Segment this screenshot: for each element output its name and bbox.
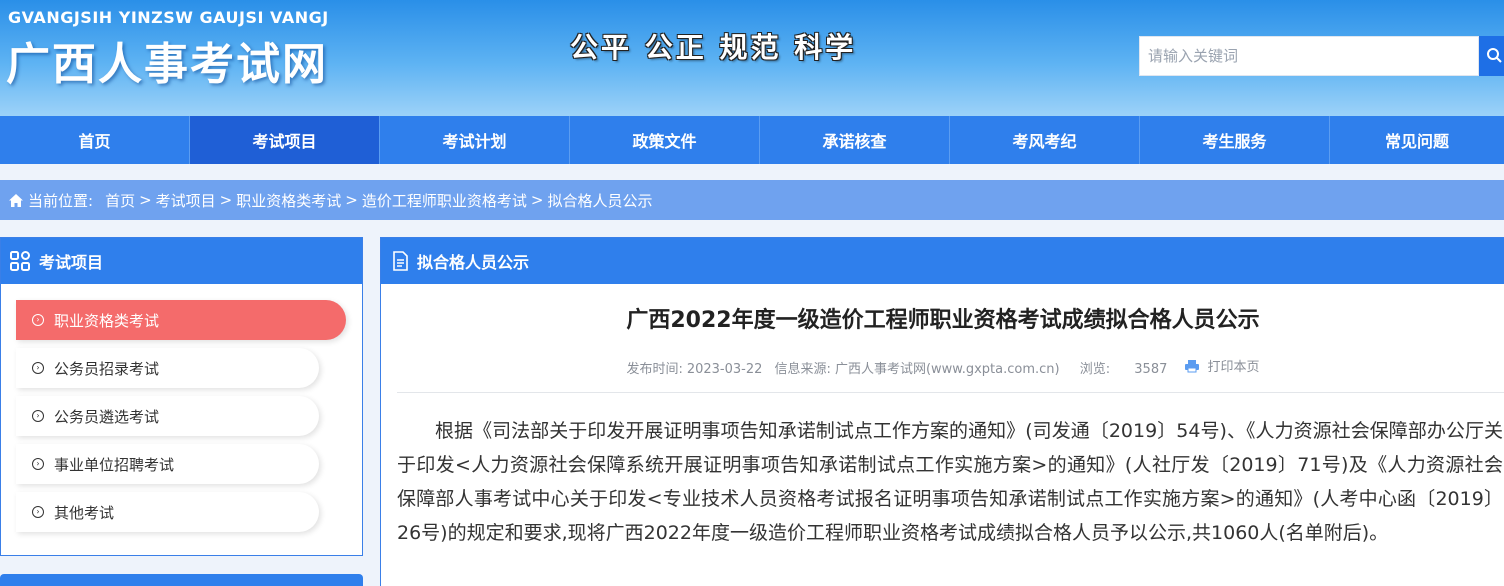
sidebar-title: 考试项目 — [39, 253, 104, 272]
views-count: 3587 — [1134, 361, 1168, 377]
nav-item-services[interactable]: 考生服务 — [1140, 116, 1330, 164]
document-icon — [391, 251, 409, 271]
sidebar-item-label: 事业单位招聘考试 — [54, 455, 175, 474]
logo-english-text: GVANGJSIH YINZSW GAUJSI VANGJ — [8, 8, 329, 27]
nav-item-home[interactable]: 首页 — [0, 116, 190, 164]
main-content: 拟合格人员公示 广西2022年度一级造价工程师职业资格考试成绩拟合格人员公示 发… — [380, 237, 1504, 586]
search-input[interactable] — [1140, 37, 1478, 75]
sidebar: 考试项目 › 职业资格类考试 › 公务员招录考试 › 公务员遴选考试 › 事业单… — [0, 237, 363, 556]
sidebar-item-label: 职业资格类考试 — [54, 311, 160, 330]
printer-icon — [1184, 359, 1199, 372]
sidebar-item-label: 其他考试 — [54, 503, 115, 522]
sidebar-item-civil-servant-exams[interactable]: › 公务员招录考试 — [16, 348, 319, 388]
nav-item-commitment[interactable]: 承诺核查 — [760, 116, 950, 164]
sidebar-item-label: 公务员遴选考试 — [54, 407, 160, 426]
breadcrumb-exam-projects[interactable]: 考试项目 — [156, 190, 216, 211]
sidebar-item-selection-exams[interactable]: › 公务员遴选考试 — [16, 396, 319, 436]
meta-divider — [397, 392, 1504, 393]
breadcrumb-separator: > — [139, 191, 152, 209]
article-meta: 发布时间: 2023-03-22 信息来源: 广西人事考试网(www.gxpta.c… — [381, 356, 1504, 377]
breadcrumb-label: 当前位置: — [28, 191, 94, 210]
chevron-right-icon: › — [32, 458, 44, 470]
sidebar-item-public-institution-exams[interactable]: › 事业单位招聘考试 — [16, 444, 319, 484]
nav-item-discipline[interactable]: 考风考纪 — [950, 116, 1140, 164]
search-icon — [1486, 47, 1502, 66]
nav-item-policy[interactable]: 政策文件 — [570, 116, 760, 164]
chevron-right-icon: › — [32, 506, 44, 518]
nav-item-exam-plan[interactable]: 考试计划 — [380, 116, 570, 164]
sidebar-item-professional-exams[interactable]: › 职业资格类考试 — [16, 300, 346, 340]
sidebar-second-panel — [0, 574, 363, 586]
sidebar-header: 考试项目 — [1, 238, 362, 284]
grid-icon — [9, 250, 31, 272]
nav-item-faq[interactable]: 常见问题 — [1330, 116, 1504, 164]
site-header: GVANGJSIH YINZSW GAUJSI VANGJ 广西人事考试网 公平… — [0, 0, 1504, 116]
views-label: 浏览: — [1079, 361, 1111, 377]
breadcrumb-current: 拟合格人员公示 — [547, 191, 653, 210]
breadcrumb-separator: > — [219, 191, 233, 209]
sidebar-item-label: 公务员招录考试 — [54, 359, 160, 378]
main-header: 拟合格人员公示 — [381, 238, 1504, 284]
breadcrumb-professional-exams[interactable]: 职业资格类考试 — [236, 190, 341, 211]
chevron-right-icon: › — [32, 314, 44, 326]
chevron-right-icon: › — [32, 362, 44, 374]
chevron-right-icon: › — [32, 410, 44, 422]
breadcrumb-separator: > — [530, 191, 544, 209]
search-box — [1139, 36, 1479, 76]
site-logo[interactable]: 广西人事考试网 — [6, 28, 328, 92]
source-value: 广西人事考试网(www.gxpta.com.cn) — [834, 361, 1060, 377]
sidebar-item-other-exams[interactable]: › 其他考试 — [16, 492, 319, 532]
breadcrumb-home[interactable]: 首页 — [105, 190, 135, 211]
main-section-title: 拟合格人员公示 — [417, 253, 530, 272]
publish-date: 2023-03-22 — [686, 361, 763, 377]
main-nav: 首页 考试项目 考试计划 政策文件 承诺核查 考风考纪 考生服务 常见问题 — [0, 116, 1504, 164]
breadcrumb: 当前位置: 首页 > 考试项目 > 职业资格类考试 > 造价工程师职业资格考试 … — [0, 180, 1504, 220]
breadcrumb-separator: > — [345, 191, 358, 209]
home-icon — [8, 193, 24, 208]
article-body: 根据《司法部关于印发开展证明事项告知承诺制试点工作方案的通知》(司发通〔2019… — [397, 420, 1503, 544]
article-title: 广西2022年度一级造价工程师职业资格考试成绩拟合格人员公示 — [626, 308, 1260, 333]
breadcrumb-cost-engineer-exam[interactable]: 造价工程师职业资格考试 — [362, 190, 527, 211]
search-button[interactable] — [1479, 36, 1504, 76]
publish-label: 发布时间: — [626, 361, 683, 377]
source-label: 信息来源: — [774, 361, 831, 377]
print-button[interactable]: 打印本页 — [1184, 356, 1264, 375]
print-label: 打印本页 — [1207, 360, 1260, 375]
nav-item-exam-projects[interactable]: 考试项目 — [190, 116, 380, 164]
site-slogan: 公平 公正 规范 科学 — [570, 31, 857, 64]
